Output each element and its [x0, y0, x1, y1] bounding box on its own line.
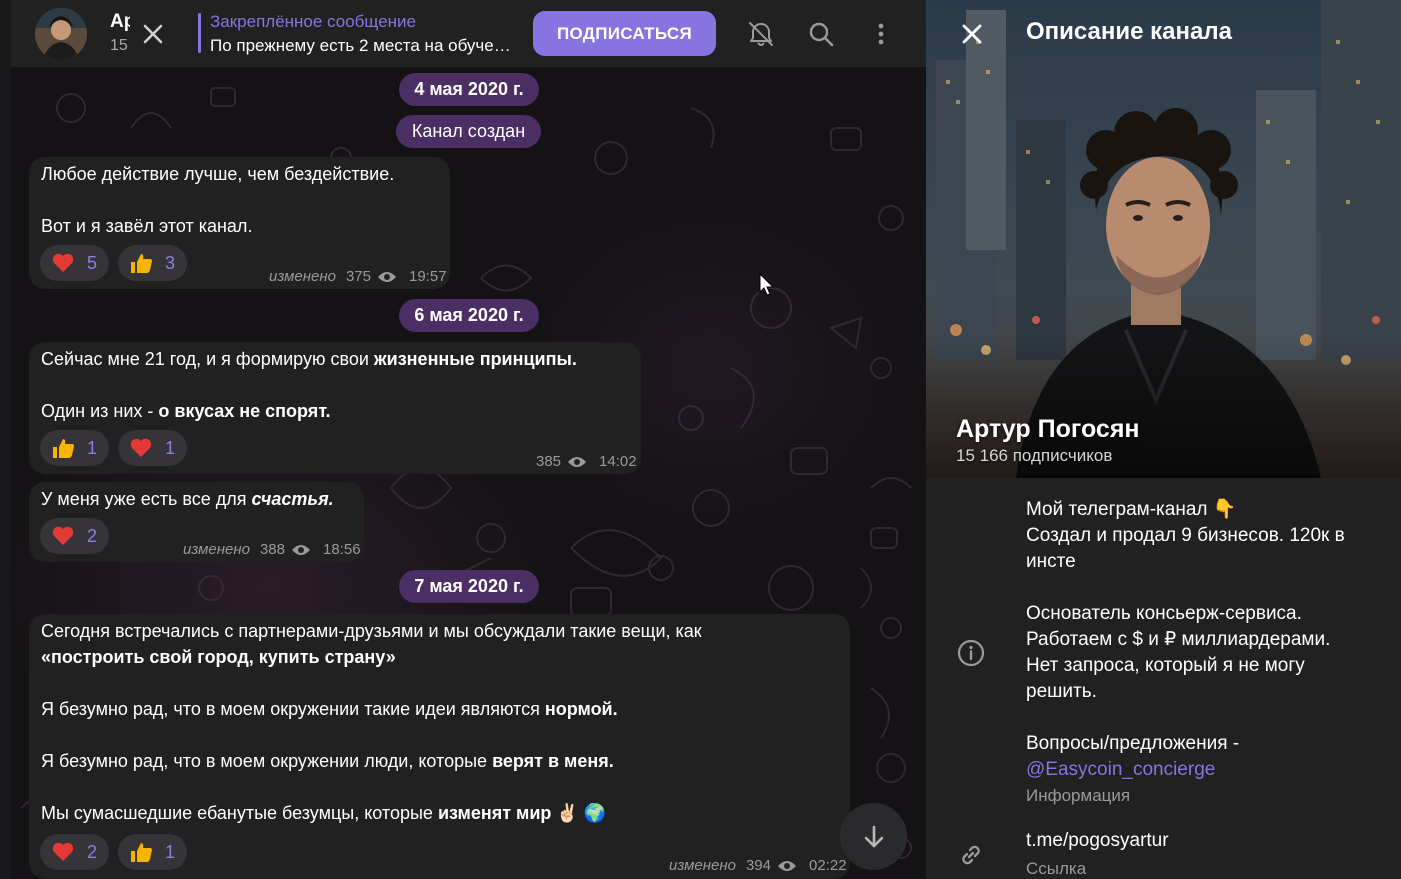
message-text: Сейчас мне 21 год, и я формирую свои жиз…: [41, 349, 577, 369]
reactions-row: 5 3: [40, 245, 188, 281]
channel-avatar[interactable]: [35, 8, 87, 60]
description-line: Основатель консьерж-сервиса.: [1026, 603, 1302, 624]
info-icon: [957, 639, 985, 667]
message-meta: изменено 394 02:22: [669, 857, 847, 874]
info-caption: Информация: [1026, 786, 1131, 805]
service-message-channel-created: Канал создан: [396, 115, 541, 148]
reaction-thumbs-up[interactable]: 3: [118, 245, 188, 281]
reaction-heart[interactable]: 1: [118, 430, 188, 466]
subscribe-button[interactable]: ПОДПИСАТЬСЯ: [533, 11, 716, 56]
eye-icon: [778, 860, 796, 871]
description-line: Мой телеграм-канал 👇: [1026, 499, 1237, 520]
chat-header: Артур Погосян 15 166 подписчиков Закрепл…: [11, 0, 926, 68]
link-caption: Ссылка: [1026, 859, 1087, 878]
view-count: 388: [259, 541, 285, 558]
date-separator: 7 мая 2020 г.: [399, 570, 539, 603]
eye-icon: [568, 456, 587, 467]
description-line: Нет запроса, который я не могу: [1026, 655, 1305, 676]
description-line: инсте: [1026, 551, 1076, 572]
view-count: 394: [745, 857, 771, 874]
description-line: решить.: [1026, 681, 1097, 702]
message-time: 19:57: [409, 268, 447, 285]
reaction-count: 2: [87, 841, 98, 862]
channel-description[interactable]: Мой телеграм-канал 👇 Создал и продал 9 б…: [1026, 497, 1386, 809]
reactions-row: 2 1: [40, 834, 188, 870]
message-text: Я безумно рад, что в моем окружении таки…: [41, 699, 618, 719]
reaction-count: 2: [87, 525, 98, 546]
search-icon[interactable]: [806, 19, 836, 49]
edited-label: изменено: [269, 268, 336, 285]
reaction-count: 1: [165, 437, 176, 458]
message-text: Один из них - о вкусах не спорят.: [41, 401, 331, 421]
eye-icon: [292, 544, 310, 555]
reaction-count: 5: [87, 252, 98, 273]
date-separator: 4 мая 2020 г.: [399, 73, 539, 106]
close-icon[interactable]: [139, 20, 167, 48]
edited-label: изменено: [669, 857, 736, 874]
pinned-message-label[interactable]: Закреплённое сообщение: [210, 12, 416, 32]
message-time: 02:22: [809, 857, 847, 874]
message-meta: изменено 375 19:57: [269, 268, 447, 285]
profile-subscribers: 15 166 подписчиков: [956, 446, 1113, 465]
thumbs-up-icon: [53, 439, 74, 458]
description-line: Создал и продал 9 бизнесов. 120к в: [1026, 525, 1345, 546]
message-text: Любое действие лучше, чем бездействие.: [41, 164, 395, 184]
message-text: Сегодня встречались с партнерами-друзьям…: [41, 621, 702, 641]
view-count: 385: [536, 453, 562, 470]
channel-title[interactable]: Артур Погосян: [110, 11, 130, 33]
profile-name: Артур Погосян: [956, 415, 1140, 443]
message-text: Вот и я завёл этот канал.: [41, 216, 253, 236]
description-line: Работаем с $ и ₽ миллиардерами.: [1026, 629, 1331, 650]
mute-bell-icon[interactable]: [746, 19, 776, 49]
message-time: 14:02: [599, 453, 637, 470]
heart-icon: [130, 438, 152, 457]
message-meta: 385 14:02: [536, 453, 637, 470]
reactions-row: 2: [40, 518, 110, 554]
edited-label: изменено: [183, 541, 250, 558]
chat-pane: Артур Погосян 15 166 подписчиков Закрепл…: [0, 0, 926, 879]
pinned-message-bar: [198, 13, 201, 53]
reaction-count: 1: [87, 437, 98, 458]
channel-subscribers: 15 166 подписчиков: [110, 37, 130, 54]
heart-icon: [52, 253, 74, 272]
thumbs-up-icon: [131, 843, 153, 862]
message-text: «построить свой город, купить страну»: [41, 647, 396, 667]
description-line: Вопросы/предложения -: [1026, 733, 1240, 754]
channel-link[interactable]: t.me/pogosyartur: [1026, 830, 1169, 852]
heart-icon: [52, 842, 74, 861]
view-count: 375: [345, 268, 371, 285]
link-icon: [962, 845, 980, 865]
reaction-heart[interactable]: 2: [40, 834, 110, 870]
profile-photo-image: [926, 0, 1401, 478]
reaction-count: 3: [165, 252, 176, 273]
message-text: Я безумно рад, что в моем окружении люди…: [41, 751, 614, 771]
pinned-message-text[interactable]: По прежнему есть 2 места на обучение: [210, 36, 515, 56]
mouse-cursor-icon: [759, 273, 775, 296]
telegram-window: Артур Погосян 15 166 подписчиков Закрепл…: [0, 0, 1401, 879]
reaction-thumbs-up[interactable]: 1: [118, 834, 188, 870]
left-edge-strip: [0, 0, 11, 879]
channel-profile-photo[interactable]: Описание канала Артур Погосян 15 166 под…: [926, 0, 1401, 478]
mention-link[interactable]: @Easycoin_concierge: [1026, 759, 1215, 780]
channel-info-panel: Описание канала Артур Погосян 15 166 под…: [926, 0, 1401, 879]
message-meta: изменено 388 18:56: [183, 541, 361, 558]
message-time: 18:56: [323, 541, 361, 558]
more-vertical-icon[interactable]: [866, 19, 896, 49]
message-text: У меня уже есть все для счастья.: [41, 489, 334, 509]
reaction-heart[interactable]: 5: [40, 245, 110, 281]
date-separator: 6 мая 2020 г.: [399, 299, 539, 332]
emoji: ✌🏻 🌍: [556, 803, 607, 823]
close-icon[interactable]: [958, 20, 986, 48]
reactions-row: 1 1: [40, 430, 188, 466]
heart-icon: [52, 526, 74, 545]
reaction-count: 1: [165, 841, 176, 862]
thumbs-up-icon: [131, 254, 153, 273]
eye-icon: [378, 271, 396, 282]
reaction-thumbs-up[interactable]: 1: [40, 430, 110, 466]
scroll-down-button[interactable]: [840, 803, 907, 870]
reaction-heart[interactable]: 2: [40, 518, 110, 554]
panel-title: Описание канала: [1026, 18, 1232, 45]
arrow-down-icon: [864, 825, 883, 847]
message-text: Мы сумасшедшие ебанутые безумцы, которые…: [41, 803, 607, 823]
